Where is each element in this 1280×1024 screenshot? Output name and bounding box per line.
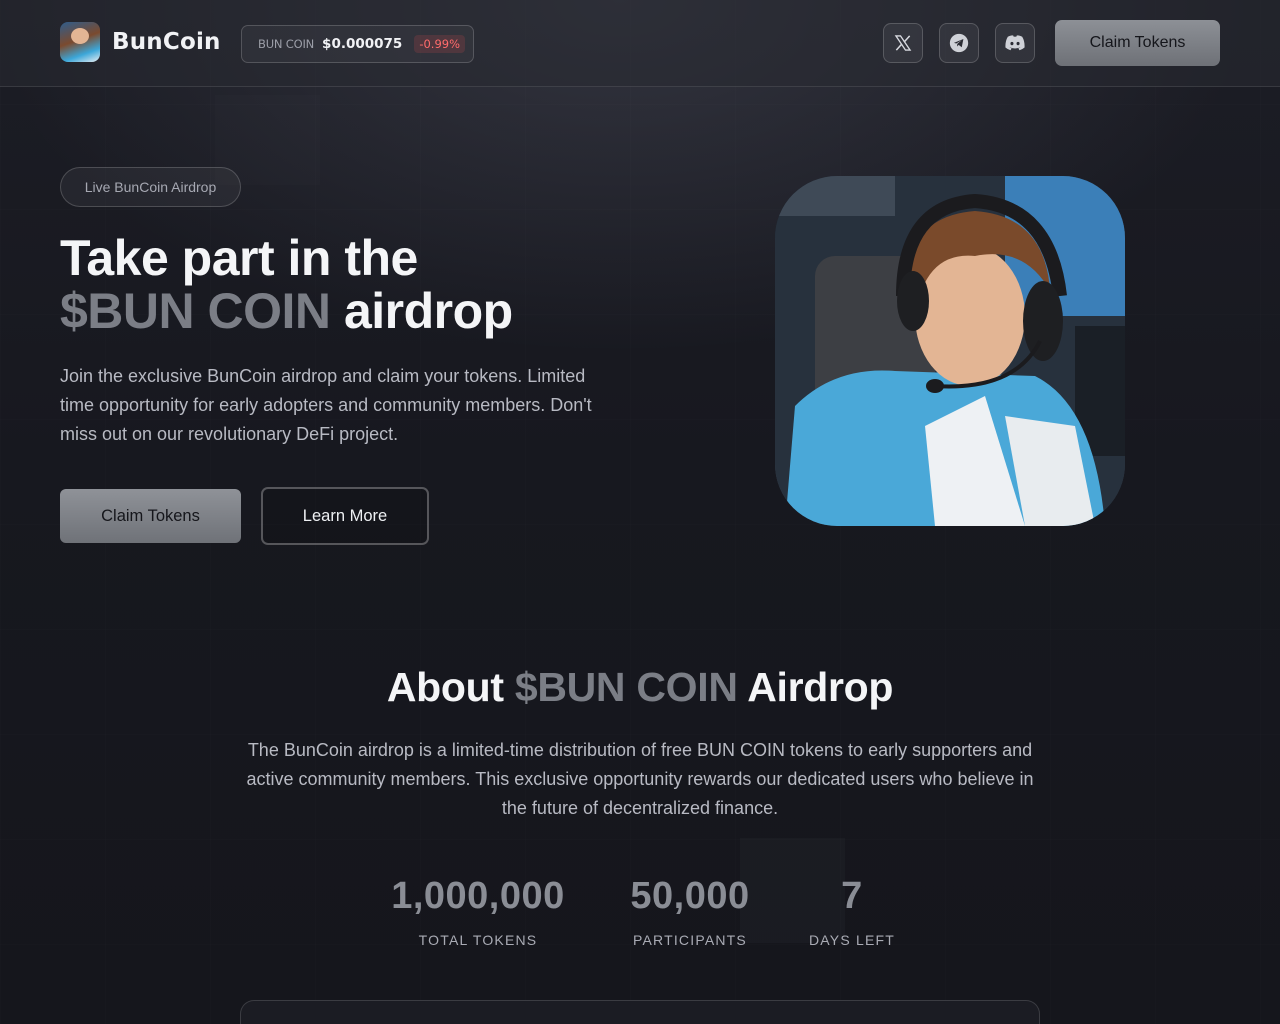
ticker-label: BUN COIN [258, 37, 315, 51]
telegram-icon [949, 33, 969, 53]
live-airdrop-badge: Live BunCoin Airdrop [60, 167, 241, 207]
logo-avatar [60, 22, 100, 62]
stat-value: 50,000 [630, 875, 750, 917]
stat-label: PARTICIPANTS [633, 932, 747, 948]
ticker-change-badge: -0.99% [414, 35, 466, 53]
stat-label: TOTAL TOKENS [418, 932, 538, 948]
about-section-title: About $BUN COIN Airdrop [0, 664, 1280, 711]
discord-social-button[interactable] [995, 23, 1035, 63]
hero-title-accent: $BUN COIN [60, 283, 331, 339]
x-icon [894, 35, 912, 51]
about-title-prefix: About [386, 664, 504, 710]
discord-icon [1005, 35, 1025, 51]
hero-description: Join the exclusive BunCoin airdrop and c… [60, 366, 592, 444]
learn-more-button[interactable]: Learn More [261, 487, 429, 545]
stat-days-left: 7 DAYS LEFT [802, 874, 902, 948]
about-title-accent: $BUN COIN [514, 664, 738, 710]
hero-title: Take part in the $BUN COIN airdrop [60, 232, 700, 338]
header-claim-tokens-button[interactable]: Claim Tokens [1055, 20, 1220, 66]
ticker-price: $0.000075 [322, 36, 403, 52]
stat-value: 1,000,000 [391, 875, 565, 917]
stat-label: DAYS LEFT [808, 932, 895, 948]
hero-photo-illustration [775, 176, 1125, 526]
hero-claim-tokens-button[interactable]: Claim Tokens [60, 489, 241, 543]
telegram-social-button[interactable] [939, 23, 979, 63]
brand-name: BunCoin [112, 29, 221, 55]
stat-participants: 50,000 PARTICIPANTS [610, 874, 770, 948]
stat-value: 7 [841, 875, 863, 917]
claim-card-panel [240, 1000, 1040, 1024]
hero-profile-photo [775, 176, 1125, 526]
stat-total-tokens: 1,000,000 TOTAL TOKENS [378, 874, 578, 948]
about-title-suffix: Airdrop [747, 664, 894, 710]
hero-title-line1: Take part in the [60, 230, 418, 286]
top-navbar: BunCoin BUN COIN $0.000075 -0.99% Claim … [0, 0, 1280, 87]
brand-logo[interactable]: BunCoin [60, 22, 221, 62]
about-description: The BunCoin airdrop is a limited-time di… [246, 740, 1034, 818]
x-social-button[interactable] [883, 23, 923, 63]
price-ticker: BUN COIN $0.000075 -0.99% [241, 25, 474, 63]
hero-title-rest: airdrop [343, 283, 513, 339]
